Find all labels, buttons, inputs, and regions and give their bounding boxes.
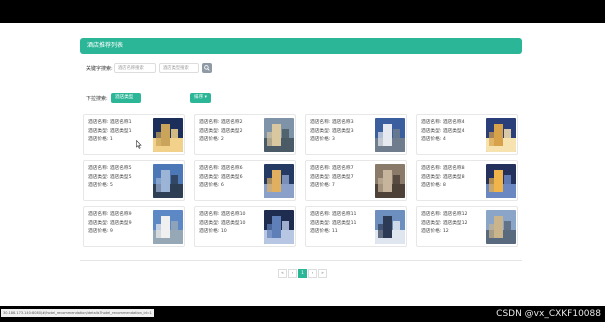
search-icon [204, 65, 210, 71]
hotel-name-search-input[interactable]: 酒店名称搜索 [114, 63, 156, 73]
dropdown-search-label: 下拉搜索: [86, 96, 108, 102]
hotel-info: 酒店名称: 酒店名称3 酒店类型: 酒店类型3 酒店价格: 3 [310, 119, 354, 145]
hotel-type: 酒店类型: 酒店类型10 [199, 220, 246, 226]
hotel-price: 酒店价格: 3 [310, 137, 335, 142]
pagination-first-button[interactable]: « [278, 269, 287, 278]
hotel-image[interactable] [375, 210, 405, 244]
hotel-info: 酒店名称: 酒店名称11 酒店类型: 酒店类型11 酒店价格: 11 [310, 211, 357, 237]
hotel-type: 酒店类型: 酒店类型7 [310, 174, 354, 180]
hotel-name: 酒店名称: 酒店名称6 [199, 166, 243, 171]
hotel-card[interactable]: 酒店名称: 酒店名称11 酒店类型: 酒店类型11 酒店价格: 11 [305, 206, 407, 247]
hotel-type: 酒店类型: 酒店类型6 [199, 174, 243, 180]
hotel-type: 酒店类型: 酒店类型12 [421, 220, 468, 226]
hotel-card[interactable]: 酒店名称: 酒店名称7 酒店类型: 酒店类型7 酒店价格: 7 [305, 160, 407, 201]
hotel-info: 酒店名称: 酒店名称5 酒店类型: 酒店类型5 酒店价格: 5 [88, 165, 132, 191]
watermark: CSDN @vx_CXKF10088 [496, 309, 601, 319]
hotel-type: 酒店类型: 酒店类型11 [310, 220, 357, 226]
hotel-card[interactable]: 酒店名称: 酒店名称6 酒店类型: 酒店类型6 酒店价格: 6 [194, 160, 296, 201]
page-content: 酒店推荐列表 关键字搜索: 酒店名称搜索 酒店类型搜索 下拉搜索: 酒店类型 ▾… [0, 23, 605, 306]
hotel-name: 酒店名称: 酒店名称3 [310, 120, 354, 125]
hotel-image[interactable] [375, 118, 405, 152]
hotel-name: 酒店名称: 酒店名称7 [310, 166, 354, 171]
search-button[interactable] [202, 63, 212, 73]
hotel-image[interactable] [264, 210, 294, 244]
hotel-price: 酒店价格: 8 [421, 183, 446, 188]
hotel-info: 酒店名称: 酒店名称1 酒店类型: 酒店类型1 酒店价格: 1 [88, 119, 132, 145]
pagination-next-button[interactable]: › [308, 269, 317, 278]
hotel-info: 酒店名称: 酒店名称6 酒店类型: 酒店类型6 酒店价格: 6 [199, 165, 243, 191]
hotel-name: 酒店名称: 酒店名称10 [199, 212, 246, 217]
hotel-name: 酒店名称: 酒店名称12 [421, 212, 468, 217]
hotel-name: 酒店名称: 酒店名称9 [88, 212, 132, 217]
hotel-card[interactable]: 酒店名称: 酒店名称3 酒店类型: 酒店类型3 酒店价格: 3 [305, 114, 407, 155]
hotel-price: 酒店价格: 9 [88, 229, 113, 234]
hotel-card[interactable]: 酒店名称: 酒店名称8 酒店类型: 酒店类型8 酒店价格: 8 [416, 160, 518, 201]
hotel-image[interactable] [153, 118, 183, 152]
cursor-icon [136, 140, 142, 149]
status-bar: 30.188.173.140:8080/#/hotel_recommendati… [0, 306, 605, 322]
hotel-type: 酒店类型: 酒店类型9 [88, 220, 132, 226]
hotel-info: 酒店名称: 酒店名称2 酒店类型: 酒店类型2 酒店价格: 2 [199, 119, 243, 145]
hotel-price: 酒店价格: 11 [310, 229, 338, 234]
divider [80, 260, 522, 261]
pagination-page-1[interactable]: 1 [298, 269, 307, 278]
hotel-name: 酒店名称: 酒店名称5 [88, 166, 132, 171]
hotel-card[interactable]: 酒店名称: 酒店名称9 酒店类型: 酒店类型9 酒店价格: 9 [83, 206, 185, 247]
hotel-info: 酒店名称: 酒店名称8 酒店类型: 酒店类型8 酒店价格: 8 [421, 165, 465, 191]
hotel-image[interactable] [264, 164, 294, 198]
sort-dropdown[interactable]: 排序 ▾ [190, 93, 211, 103]
hotel-type: 酒店类型: 酒店类型2 [199, 128, 243, 134]
hotel-name: 酒店名称: 酒店名称4 [421, 120, 465, 125]
hotel-type-dropdown[interactable]: 酒店类型 ▾ [111, 93, 141, 110]
hotel-image[interactable] [153, 210, 183, 244]
hotel-card[interactable]: 酒店名称: 酒店名称4 酒店类型: 酒店类型4 酒店价格: 4 [416, 114, 518, 155]
hotel-price: 酒店价格: 1 [88, 137, 113, 142]
hotel-name: 酒店名称: 酒店名称8 [421, 166, 465, 171]
hotel-price: 酒店价格: 5 [88, 183, 113, 188]
hotel-card[interactable]: 酒店名称: 酒店名称5 酒店类型: 酒店类型5 酒店价格: 5 [83, 160, 185, 201]
pagination-last-button[interactable]: » [318, 269, 327, 278]
pagination: « ‹ 1 › » [278, 269, 327, 278]
hotel-info: 酒店名称: 酒店名称4 酒店类型: 酒店类型4 酒店价格: 4 [421, 119, 465, 145]
hotel-price: 酒店价格: 2 [199, 137, 224, 142]
hotel-info: 酒店名称: 酒店名称9 酒店类型: 酒店类型9 酒店价格: 9 [88, 211, 132, 237]
keyword-search-label: 关键字搜索: [86, 66, 113, 72]
top-black-bar [0, 0, 605, 23]
hotel-name: 酒店名称: 酒店名称2 [199, 120, 243, 125]
hotel-image[interactable] [153, 164, 183, 198]
hotel-price: 酒店价格: 10 [199, 229, 227, 234]
hotel-name: 酒店名称: 酒店名称11 [310, 212, 357, 217]
hotel-type: 酒店类型: 酒店类型4 [421, 128, 465, 134]
hotel-type-search-input[interactable]: 酒店类型搜索 [159, 63, 199, 73]
pagination-prev-button[interactable]: ‹ [288, 269, 297, 278]
hotel-image[interactable] [375, 164, 405, 198]
hotel-type: 酒店类型: 酒店类型1 [88, 128, 132, 134]
hotel-card[interactable]: 酒店名称: 酒店名称2 酒店类型: 酒店类型2 酒店价格: 2 [194, 114, 296, 155]
hotel-image[interactable] [486, 210, 516, 244]
hotel-info: 酒店名称: 酒店名称7 酒店类型: 酒店类型7 酒店价格: 7 [310, 165, 354, 191]
panel-title: 酒店推荐列表 [80, 38, 522, 54]
hotel-card[interactable]: 酒店名称: 酒店名称12 酒店类型: 酒店类型12 酒店价格: 12 [416, 206, 518, 247]
hotel-image[interactable] [264, 118, 294, 152]
hotel-card[interactable]: 酒店名称: 酒店名称10 酒店类型: 酒店类型10 酒店价格: 10 [194, 206, 296, 247]
hotel-image[interactable] [486, 118, 516, 152]
hotel-name: 酒店名称: 酒店名称1 [88, 120, 132, 125]
hotel-image[interactable] [486, 164, 516, 198]
hotel-card[interactable]: 酒店名称: 酒店名称1 酒店类型: 酒店类型1 酒店价格: 1 [83, 114, 185, 155]
hotel-info: 酒店名称: 酒店名称12 酒店类型: 酒店类型12 酒店价格: 12 [421, 211, 468, 237]
hotel-price: 酒店价格: 12 [421, 229, 449, 234]
hotel-price: 酒店价格: 6 [199, 183, 224, 188]
hotel-type: 酒店类型: 酒店类型5 [88, 174, 132, 180]
hotel-price: 酒店价格: 4 [421, 137, 446, 142]
hotel-type: 酒店类型: 酒店类型3 [310, 128, 354, 134]
hotel-info: 酒店名称: 酒店名称10 酒店类型: 酒店类型10 酒店价格: 10 [199, 211, 246, 237]
status-url: 30.188.173.140:8080/#/hotel_recommendati… [1, 309, 154, 317]
hotel-type: 酒店类型: 酒店类型8 [421, 174, 465, 180]
hotel-price: 酒店价格: 7 [310, 183, 335, 188]
